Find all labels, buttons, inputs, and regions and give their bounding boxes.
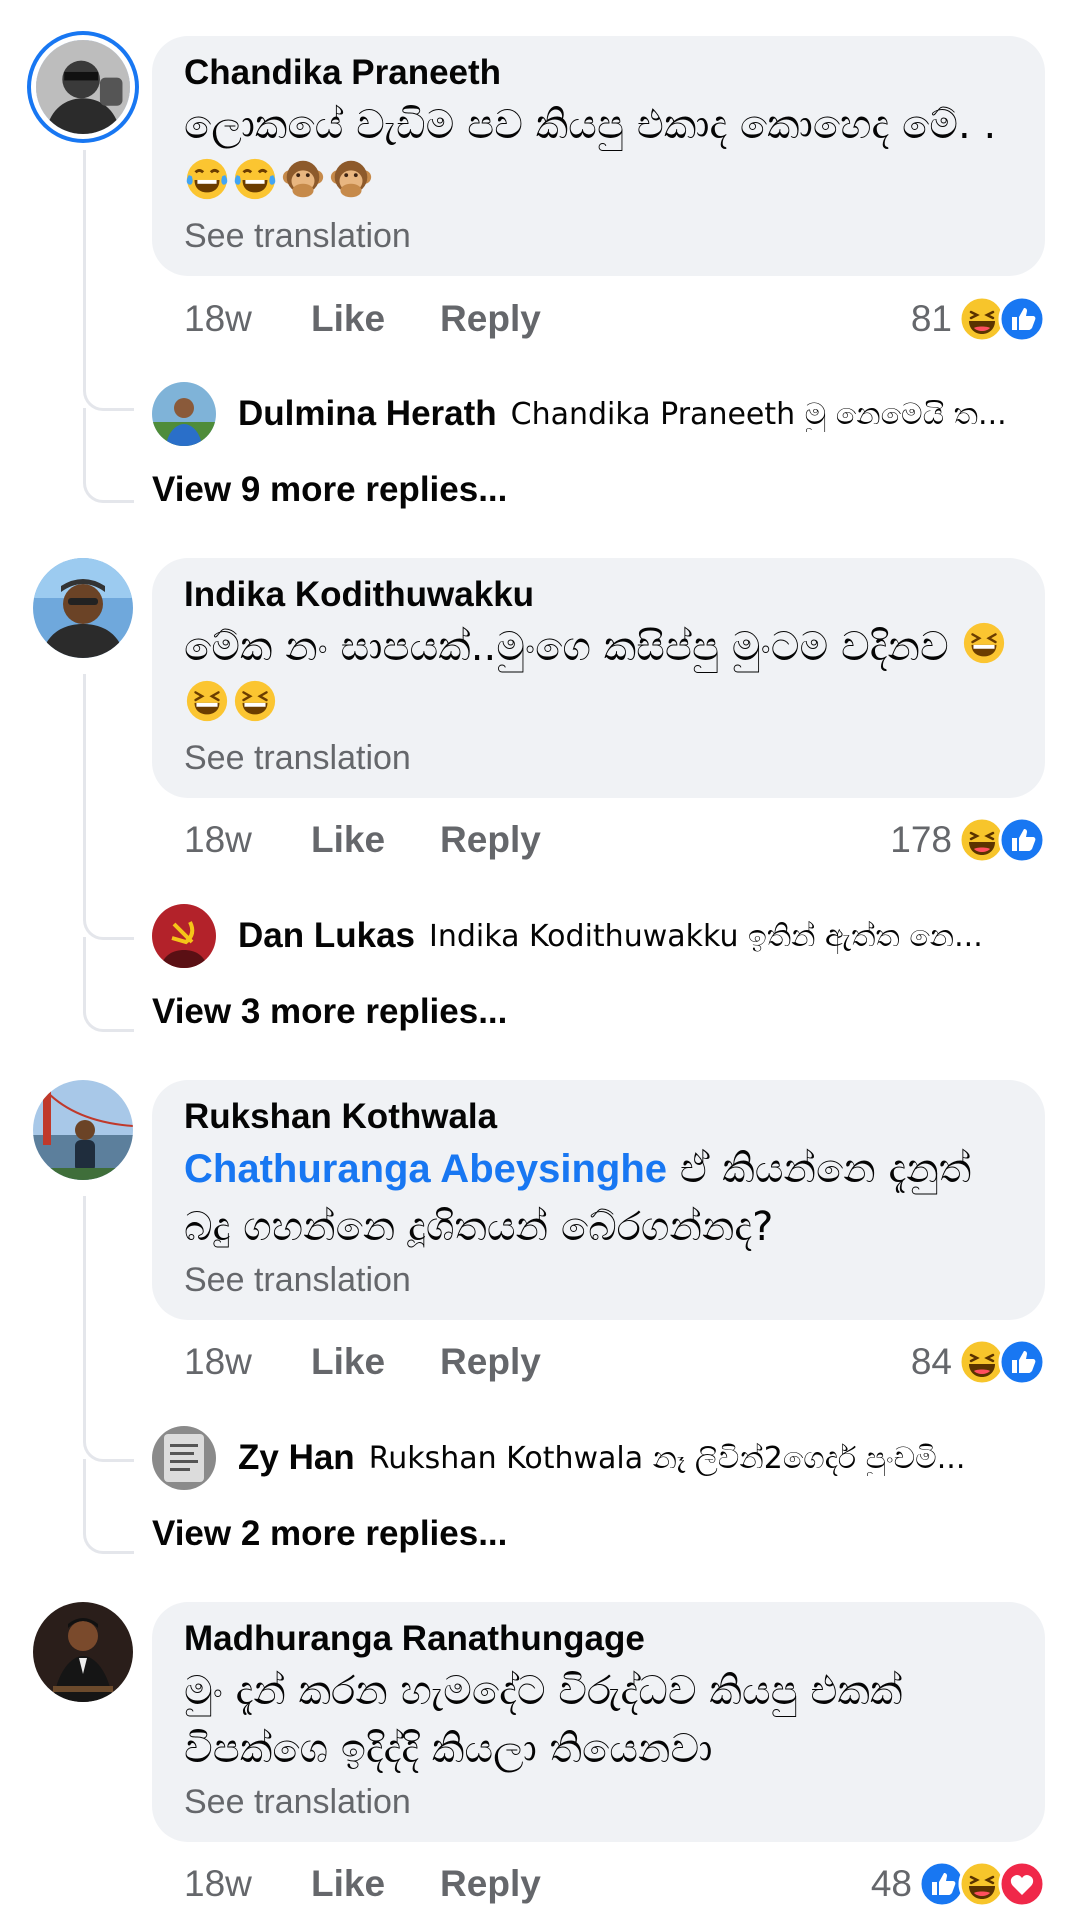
avatar[interactable] <box>33 558 133 658</box>
like-button[interactable]: Like <box>311 1863 385 1905</box>
tears-of-joy-emoji-icon <box>185 157 229 201</box>
grinning-squinting-emoji-icon <box>233 679 277 723</box>
avatar[interactable] <box>36 40 130 134</box>
comment-actions: 18w Like Reply 48 <box>184 1859 1046 1909</box>
comment-author[interactable]: Indika Kodithuwakku <box>184 572 1015 618</box>
reply-preview[interactable]: Zy Han Rukshan Kothwala නෑ ලිවින්2ගෙදර් … <box>152 1426 1052 1490</box>
like-button[interactable]: Like <box>311 1341 385 1383</box>
grinning-squinting-emoji-icon <box>185 679 229 723</box>
comment-author[interactable]: Rukshan Kothwala <box>184 1094 1015 1140</box>
reaction-count[interactable]: 81 <box>911 298 952 340</box>
view-more-replies-link[interactable]: View 2 more replies... <box>152 1514 507 1554</box>
reply-preview[interactable]: Dulmina Herath Chandika Praneeth මු නෙමෙ… <box>152 382 1052 446</box>
grinning-squinting-emoji-icon <box>963 621 1006 665</box>
timestamp[interactable]: 18w <box>184 1863 311 1905</box>
reply-text: Indika Kodithuwakku ඉතින් ඇත්ත නෙ... <box>429 918 983 954</box>
mention-link[interactable]: Chathuranga Abeysinghe <box>184 1147 667 1191</box>
reply-button[interactable]: Reply <box>440 298 541 340</box>
see-translation-link[interactable]: See translation <box>184 736 1015 780</box>
comment-actions: 18w Like Reply 178 <box>184 815 1046 865</box>
avatar[interactable] <box>152 904 216 968</box>
reaction-icons[interactable] <box>958 816 1046 864</box>
timestamp[interactable]: 18w <box>184 1341 311 1383</box>
like-button[interactable]: Like <box>311 819 385 861</box>
reaction-count[interactable]: 48 <box>871 1863 912 1905</box>
reaction-icons[interactable] <box>958 295 1046 343</box>
reply-author[interactable]: Dulmina Herath <box>238 394 497 434</box>
comment-text: මේක නං සාපයක්..මුංගෙ කසිප්පු මුංටම වදිනව <box>184 618 1015 734</box>
comment-bubble: Rukshan Kothwala Chathuranga Abeysinghe … <box>152 1080 1045 1320</box>
view-more-replies-link[interactable]: View 3 more replies... <box>152 992 507 1032</box>
see-translation-link[interactable]: See translation <box>184 1780 1015 1824</box>
reply-text: Rukshan Kothwala නෑ ලිවින්2ගෙදර් පුංචමි.… <box>368 1440 966 1476</box>
reply-button[interactable]: Reply <box>440 1341 541 1383</box>
reaction-icons[interactable] <box>958 1338 1046 1386</box>
thread-line <box>83 937 134 1032</box>
timestamp[interactable]: 18w <box>184 819 311 861</box>
reply-button[interactable]: Reply <box>440 1863 541 1905</box>
view-more-replies-link[interactable]: View 9 more replies... <box>152 470 507 510</box>
comment-bubble: Madhuranga Ranathungage මුං දැන් කරන හැම… <box>152 1602 1045 1842</box>
speak-no-evil-monkey-emoji-icon <box>330 160 372 198</box>
reply-author[interactable]: Dan Lukas <box>238 916 415 956</box>
reaction-count[interactable]: 178 <box>890 819 952 861</box>
comment-author[interactable]: Chandika Praneeth <box>184 50 1015 96</box>
thread-line <box>83 674 134 940</box>
comment-text: ලොකයේ වැඩිම පව කියපු එකාද කොහෙද මේ. . <box>184 96 1015 212</box>
reply-button[interactable]: Reply <box>440 819 541 861</box>
reply-preview[interactable]: Dan Lukas Indika Kodithuwakku ඉතින් ඇත්ත… <box>152 904 1052 968</box>
avatar[interactable] <box>152 382 216 446</box>
reply-text: Chandika Praneeth මු නෙමෙයි ත... <box>510 396 1007 432</box>
thread-line <box>83 1459 134 1554</box>
speak-no-evil-monkey-emoji-icon <box>282 160 324 198</box>
reply-author[interactable]: Zy Han <box>238 1438 355 1478</box>
see-translation-link[interactable]: See translation <box>184 214 1015 258</box>
reaction-count[interactable]: 84 <box>911 1341 952 1383</box>
avatar[interactable] <box>33 1080 133 1180</box>
comment-bubble: Chandika Praneeth ලොකයේ වැඩිම පව කියපු එ… <box>152 36 1045 276</box>
like-button[interactable]: Like <box>311 298 385 340</box>
like-reaction-icon <box>998 295 1046 343</box>
like-reaction-icon <box>998 816 1046 864</box>
comment-actions: 18w Like Reply 81 <box>184 294 1046 344</box>
like-reaction-icon <box>998 1338 1046 1386</box>
avatar[interactable] <box>33 1602 133 1702</box>
see-translation-link[interactable]: See translation <box>184 1258 1015 1302</box>
comment-text: Chathuranga Abeysinghe ඒ කියන්නෙ දැනුත් … <box>184 1146 972 1250</box>
timestamp[interactable]: 18w <box>184 298 311 340</box>
thread-line <box>83 150 134 411</box>
comment-text: මුං දැන් කරන හැමදේට විරුද්ධව කියපු එකක් … <box>184 1668 903 1772</box>
tears-of-joy-emoji-icon <box>233 157 277 201</box>
avatar[interactable] <box>152 1426 216 1490</box>
comment-bubble: Indika Kodithuwakku මේක නං සාපයක්..මුංගෙ… <box>152 558 1045 798</box>
comment-actions: 18w Like Reply 84 <box>184 1337 1046 1387</box>
thread-line <box>83 408 134 503</box>
thread-line <box>83 1196 134 1462</box>
comment-author[interactable]: Madhuranga Ranathungage <box>184 1616 1015 1662</box>
